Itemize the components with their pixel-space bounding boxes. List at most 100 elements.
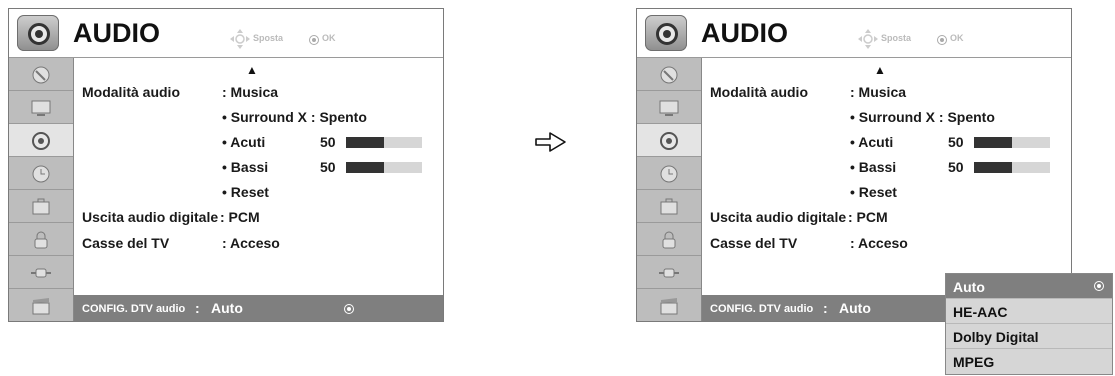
category-sidebar [9,58,74,321]
satellite-dish-icon [32,66,50,84]
scroll-up-arrow-icon[interactable]: ▲ [246,63,258,77]
row-treble[interactable]: • Acuti 50 [702,130,1071,154]
sidebar-item-picture[interactable] [637,91,701,124]
treble-slider[interactable] [974,137,1050,148]
tv-speakers-value: : Acceso [222,235,280,251]
dropdown-option-dolby-digital[interactable]: Dolby Digital [946,324,1112,349]
option-label: HE-AAC [953,304,1008,320]
dropdown-option-mpeg[interactable]: MPEG [946,349,1112,374]
move-arrows-icon [230,29,250,49]
dtv-audio-value: Auto [839,300,871,316]
audio-icon [32,132,50,150]
digital-out-value: : PCM [220,209,260,225]
row-bass[interactable]: • Bassi 50 [74,155,443,179]
menu-header: AUDIO Sposta OK [9,9,443,58]
row-surround[interactable]: • Surround X : Spento [702,105,1071,129]
scroll-up-arrow-icon[interactable]: ▲ [874,63,886,77]
toolbox-icon [32,198,50,215]
digital-out-value: : PCM [848,209,888,225]
option-label: Dolby Digital [953,329,1039,345]
row-treble[interactable]: • Acuti 50 [74,130,443,154]
digital-out-label: Uscita audio digitale [710,209,847,225]
surround-label: • Surround X : Spento [222,109,367,125]
transition-arrow-icon [535,132,566,152]
monitor-icon [659,100,679,116]
treble-slider[interactable] [346,137,422,148]
dtv-audio-label: CONFIG. DTV audio [82,303,186,315]
sidebar-item-input[interactable] [9,256,73,289]
bass-slider[interactable] [974,162,1050,173]
row-dtv-audio-selected[interactable]: CONFIG. DTV audio : Auto [74,295,443,321]
audio-mode-value: : Musica [850,84,907,100]
row-tv-speakers[interactable]: Casse del TV : Acceso [74,231,443,255]
tv-speakers-label: Casse del TV [82,235,170,251]
sidebar-item-lock[interactable] [637,223,701,256]
sidebar-item-lock[interactable] [9,223,73,256]
audio-menu-icon [645,15,687,51]
audio-menu-icon [17,15,59,51]
row-digital-audio-out[interactable]: Uscita audio digitale : PCM [74,205,443,229]
film-clapper-icon [32,298,50,315]
ok-button-icon [309,35,319,45]
dtv-audio-dropdown: Auto HE-AAC Dolby Digital MPEG [945,273,1113,375]
ok-hint: OK [322,33,336,43]
row-audio-mode[interactable]: Modalità audio : Musica [702,80,1071,104]
reset-label: • Reset [850,184,897,200]
lock-icon [662,231,676,249]
move-hint: Sposta [881,33,912,43]
selected-radio-icon [1094,281,1104,291]
row-tv-speakers[interactable]: Casse del TV : Acceso [702,231,1071,255]
audio-mode-value: : Musica [222,84,279,100]
page-title: AUDIO [701,18,788,48]
bass-label: • Bassi [222,159,269,175]
dtv-audio-label: CONFIG. DTV audio [710,303,814,315]
dtv-audio-colon: : [823,300,828,316]
sidebar-item-media[interactable] [9,289,73,322]
row-digital-audio-out[interactable]: Uscita audio digitale : PCM [702,205,1071,229]
row-surround[interactable]: • Surround X : Spento [74,105,443,129]
ok-button-icon [937,35,947,45]
sidebar-item-picture[interactable] [9,91,73,124]
treble-value: 50 [320,134,336,150]
audio-mode-label: Modalità audio [82,84,180,100]
sidebar-item-time[interactable] [637,157,701,190]
row-audio-mode[interactable]: Modalità audio : Musica [74,80,443,104]
page-title: AUDIO [73,18,160,48]
bass-value: 50 [948,159,964,175]
film-clapper-icon [660,298,678,315]
dtv-audio-value: Auto [211,300,243,316]
sidebar-item-channel[interactable] [637,58,701,91]
satellite-dish-icon [660,66,678,84]
sidebar-item-time[interactable] [9,157,73,190]
sidebar-item-options[interactable] [9,190,73,223]
reset-label: • Reset [222,184,269,200]
menu-header: AUDIO Sposta OK [637,9,1071,58]
dtv-audio-colon: : [195,300,200,316]
row-reset[interactable]: • Reset [74,180,443,204]
monitor-icon [31,100,51,116]
input-plug-icon [31,268,51,278]
input-plug-icon [659,268,679,278]
option-label: MPEG [953,354,995,370]
bass-slider[interactable] [346,162,422,173]
bass-value: 50 [320,159,336,175]
treble-label: • Acuti [850,134,894,150]
dropdown-option-auto[interactable]: Auto [946,274,1112,299]
sidebar-item-audio[interactable] [637,124,701,157]
row-bass[interactable]: • Bassi 50 [702,155,1071,179]
treble-value: 50 [948,134,964,150]
sidebar-item-input[interactable] [637,256,701,289]
audio-settings-list: ▲ Modalità audio : Musica • Surround X :… [74,58,443,321]
category-sidebar [637,58,702,321]
sidebar-item-channel[interactable] [9,58,73,91]
dropdown-option-he-aac[interactable]: HE-AAC [946,299,1112,324]
move-hint: Sposta [253,33,284,43]
audio-icon [660,132,678,150]
clock-icon [660,165,678,183]
move-arrows-icon [858,29,878,49]
sidebar-item-audio[interactable] [9,124,73,157]
sidebar-item-options[interactable] [637,190,701,223]
sidebar-item-media[interactable] [637,289,701,322]
row-reset[interactable]: • Reset [702,180,1071,204]
audio-menu-panel-before: AUDIO Sposta OK ▲ Modalità audio: Music… [8,8,444,322]
